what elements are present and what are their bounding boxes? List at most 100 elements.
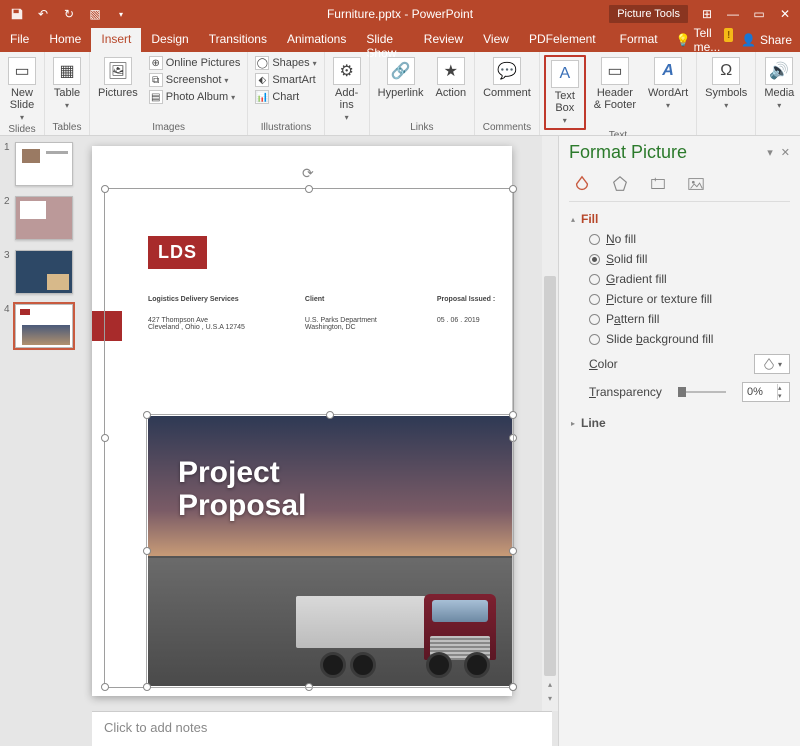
pane-options-icon[interactable]: ▾ (767, 146, 773, 159)
share-button[interactable]: 👤Share (733, 28, 800, 52)
tab-view[interactable]: View (473, 28, 519, 52)
symbols-button[interactable]: ΩSymbols▾ (701, 55, 751, 112)
symbols-icon: Ω (712, 57, 740, 85)
chart-button[interactable]: 📊Chart (252, 89, 319, 105)
resize-handle[interactable] (143, 683, 151, 691)
online-pictures-button[interactable]: ⊕Online Pictures (146, 55, 244, 71)
solid-fill-option[interactable]: Solid fill (589, 252, 790, 266)
resize-handle[interactable] (509, 547, 517, 555)
ribbon-display-icon[interactable]: ⊞ (700, 7, 714, 21)
table-label: Table (54, 87, 80, 99)
gradient-fill-option[interactable]: Gradient fill (589, 272, 790, 286)
action-button[interactable]: ★Action (432, 55, 471, 101)
media-button[interactable]: 🔊Media▾ (760, 55, 798, 112)
fill-line-icon[interactable] (571, 173, 593, 195)
size-properties-icon[interactable] (647, 173, 669, 195)
close-icon[interactable]: ✕ (778, 7, 792, 21)
hyperlink-icon: 🔗 (387, 57, 415, 85)
tab-review[interactable]: Review (414, 28, 473, 52)
redo-icon[interactable]: ↻ (62, 7, 76, 21)
image-selection[interactable] (146, 414, 514, 688)
smartart-button[interactable]: ⬖SmartArt (252, 72, 319, 88)
group-addins: ⚙ Add- ins ▾ (325, 52, 370, 135)
header-footer-button[interactable]: ▭Header & Footer (590, 55, 640, 113)
vertical-scrollbar[interactable]: ▴ ▾ (542, 136, 558, 711)
share-label: Share (760, 33, 792, 47)
maximize-icon[interactable]: ▭ (752, 7, 766, 21)
no-fill-option[interactable]: No fill (589, 232, 790, 246)
table-button[interactable]: ▦ Table ▾ (49, 55, 85, 112)
spin-down-icon[interactable]: ▾ (778, 392, 789, 400)
tell-me[interactable]: 💡Tell me... (672, 28, 725, 52)
tab-pdfelement[interactable]: PDFelement (519, 28, 606, 52)
shapes-icon: ◯ (255, 56, 269, 70)
undo-icon[interactable]: ↶ (36, 7, 50, 21)
resize-handle[interactable] (101, 434, 109, 442)
slider-thumb[interactable] (678, 387, 686, 397)
thumbnail-3[interactable]: 3 (4, 250, 78, 294)
tab-format[interactable]: Format (606, 28, 672, 52)
resize-handle[interactable] (101, 683, 109, 691)
hyperlink-button[interactable]: 🔗Hyperlink (374, 55, 428, 101)
resize-handle[interactable] (143, 547, 151, 555)
resize-handle[interactable] (326, 411, 334, 419)
photo-album-button[interactable]: ▤Photo Album▾ (146, 89, 244, 105)
new-slide-button[interactable]: ▭ New Slide ▾ (4, 55, 40, 124)
spin-up-icon[interactable]: ▴ (778, 384, 789, 392)
thumb-number: 3 (4, 250, 12, 294)
color-picker-button[interactable]: ▾ (754, 354, 790, 374)
tab-home[interactable]: Home (39, 28, 91, 52)
canvas-area[interactable]: LDS Logistics Delivery Services 427 Thom… (82, 136, 558, 711)
start-from-beginning-icon[interactable]: ▧ (88, 7, 102, 21)
thumbnail-1[interactable]: 1 (4, 142, 78, 186)
resize-handle[interactable] (101, 185, 109, 193)
warning-icon[interactable]: ! (724, 28, 733, 42)
resize-handle[interactable] (305, 185, 313, 193)
thumbnail-4[interactable]: 4 (4, 304, 78, 348)
slide[interactable]: LDS Logistics Delivery Services 427 Thom… (92, 146, 512, 696)
thumbnail-2[interactable]: 2 (4, 196, 78, 240)
resize-handle[interactable] (509, 683, 517, 691)
screenshot-button[interactable]: ⧉Screenshot▾ (146, 72, 244, 88)
pictures-button[interactable]: 🖼 Pictures (94, 55, 142, 101)
pattern-fill-option[interactable]: Pattern fill (589, 312, 790, 326)
effects-icon[interactable] (609, 173, 631, 195)
picture-fill-option[interactable]: Picture or texture fill (589, 292, 790, 306)
next-slide-icon[interactable]: ▾ (542, 694, 558, 703)
tab-slideshow[interactable]: Slide Show (356, 28, 413, 52)
transparency-spinner[interactable]: 0%▴▾ (742, 382, 790, 402)
save-icon[interactable] (10, 7, 24, 21)
tab-animations[interactable]: Animations (277, 28, 356, 52)
minimize-icon[interactable]: — (726, 7, 740, 21)
ribbon-tabs: File Home Insert Design Transitions Anim… (0, 28, 800, 52)
picture-icon[interactable] (685, 173, 707, 195)
prev-slide-icon[interactable]: ▴ (542, 680, 558, 689)
group-label: Links (410, 122, 433, 135)
tab-file[interactable]: File (0, 28, 39, 52)
tab-transitions[interactable]: Transitions (199, 28, 277, 52)
transparency-slider[interactable] (678, 391, 726, 393)
shapes-button[interactable]: ◯Shapes▾ (252, 55, 319, 71)
resize-handle[interactable] (143, 411, 151, 419)
line-section-header[interactable]: ▸Line (569, 402, 790, 436)
ribbon: ▭ New Slide ▾ Slides ▦ Table ▾ Tables 🖼 … (0, 52, 800, 136)
textbox-button[interactable]: AText Box▾ (547, 58, 583, 127)
rotate-handle-icon[interactable]: ⟳ (302, 165, 316, 179)
wordart-button[interactable]: AWordArt▾ (644, 55, 692, 112)
qat-dropdown-icon[interactable]: ▾ (114, 7, 128, 21)
notes-pane[interactable]: Click to add notes (92, 711, 552, 746)
resize-handle[interactable] (509, 411, 517, 419)
pane-close-icon[interactable]: ✕ (781, 146, 790, 159)
wordart-icon: A (654, 57, 682, 85)
group-symbols: ΩSymbols▾ (697, 52, 756, 135)
scrollbar-thumb[interactable] (544, 276, 556, 676)
tab-insert[interactable]: Insert (91, 28, 141, 52)
tab-design[interactable]: Design (141, 28, 198, 52)
resize-handle[interactable] (509, 185, 517, 193)
pane-title: Format Picture (569, 142, 687, 163)
group-tables: ▦ Table ▾ Tables (45, 52, 90, 135)
addins-button[interactable]: ⚙ Add- ins ▾ (329, 55, 365, 124)
fill-section-header[interactable]: ▴Fill (569, 202, 790, 232)
slidebg-fill-option[interactable]: Slide background fill (589, 332, 790, 346)
comment-button[interactable]: 💬Comment (479, 55, 535, 101)
